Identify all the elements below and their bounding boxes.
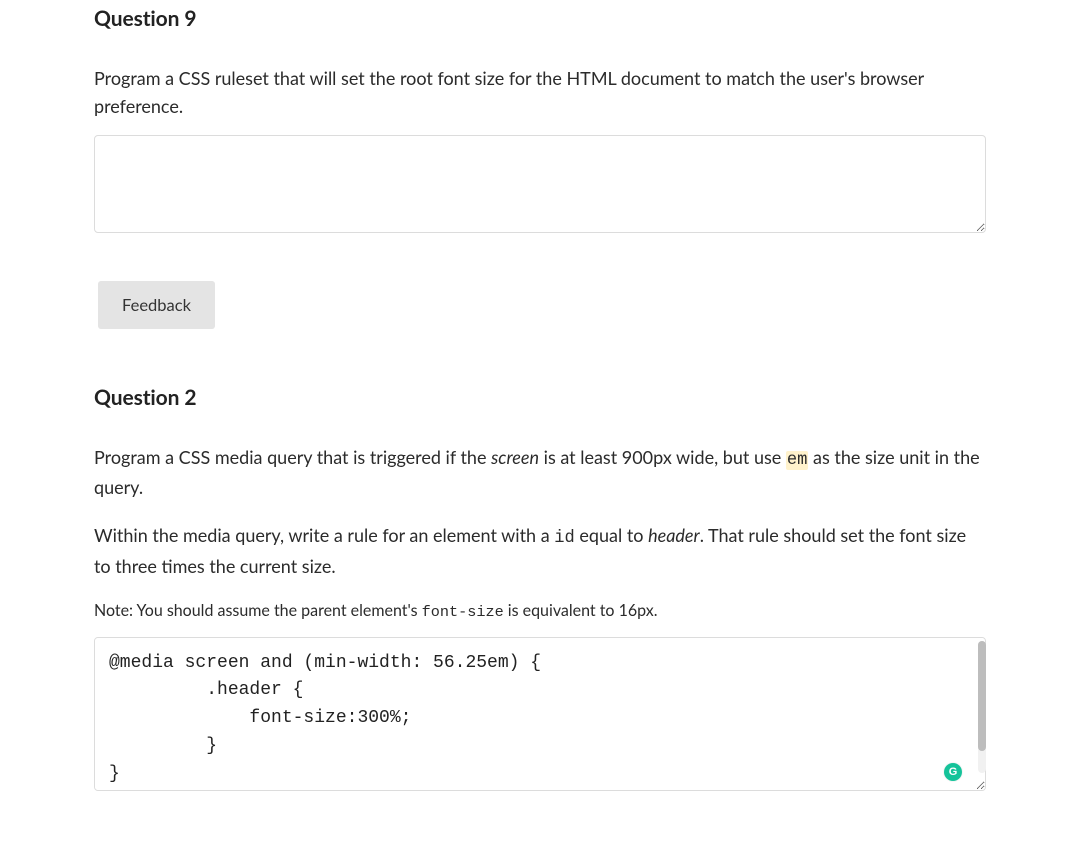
q2-note-post: is equivalent to 16px.	[504, 601, 658, 620]
q2-prompt2-mid: equal to	[575, 524, 648, 546]
q2-prompt2-pre: Within the media query, write a rule for…	[94, 524, 554, 546]
q2-note-code: font-size	[422, 603, 504, 621]
q2-prompt1-mid: is at least 900px wide, but use	[539, 446, 786, 468]
question-2-prompt-2: Within the media query, write a rule for…	[94, 522, 986, 580]
question-2-prompt-1: Program a CSS media query that is trigge…	[94, 444, 986, 502]
page-root: Question 9 Program a CSS ruleset that wi…	[0, 0, 1080, 857]
question-9-title: Question 9	[94, 6, 986, 31]
grammarly-icon[interactable]: G	[944, 763, 962, 781]
q2-prompt1-pre: Program a CSS media query that is trigge…	[94, 446, 491, 468]
q2-id-token: id	[554, 529, 575, 548]
question-9-answer-input[interactable]	[94, 135, 986, 233]
question-9-block: Question 9 Program a CSS ruleset that wi…	[94, 6, 986, 329]
question-9-prompt: Program a CSS ruleset that will set the …	[94, 65, 986, 121]
question-2-code-input[interactable]	[94, 637, 986, 791]
code-area-wrapper: G	[94, 637, 986, 795]
question-2-note: Note: You should assume the parent eleme…	[94, 601, 986, 621]
q2-note-pre: Note: You should assume the parent eleme…	[94, 601, 422, 620]
feedback-button[interactable]: Feedback	[98, 281, 215, 329]
question-2-block: Question 2 Program a CSS media query tha…	[94, 385, 986, 795]
q2-em-token: em	[786, 451, 809, 470]
q2-screen-word: screen	[491, 446, 539, 468]
q2-header-word: header	[648, 524, 700, 546]
question-2-title: Question 2	[94, 385, 986, 410]
